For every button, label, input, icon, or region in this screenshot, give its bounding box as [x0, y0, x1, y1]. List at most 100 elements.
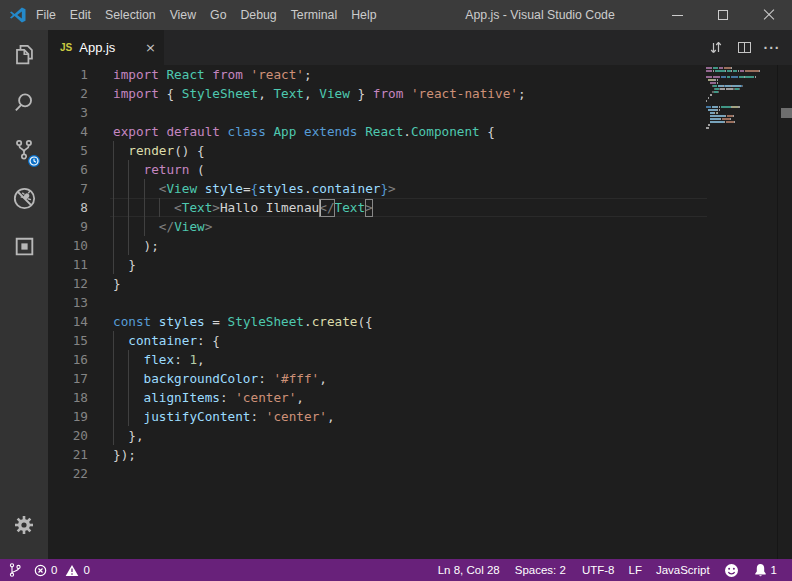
line-number[interactable]: 21 [48, 445, 88, 464]
code-line[interactable]: flex: 1, [113, 350, 673, 369]
indent-guide [113, 236, 114, 255]
problems-button[interactable]: 0 0 [34, 564, 90, 577]
menu-view[interactable]: View [163, 0, 203, 30]
line-number[interactable]: 8 [48, 198, 88, 217]
cursor-position[interactable]: Ln 8, Col 28 [438, 564, 500, 576]
line-number[interactable]: 1 [48, 65, 88, 84]
code-line[interactable]: ); [113, 236, 673, 255]
code-line[interactable]: import { StyleSheet, Text, View } from '… [113, 84, 673, 103]
scrollbar[interactable] [777, 65, 792, 559]
menu-file[interactable]: File [29, 0, 63, 30]
split-editor-icon [738, 42, 751, 53]
code-line[interactable]: export default class App extends React.C… [113, 122, 673, 141]
line-number[interactable]: 4 [48, 122, 88, 141]
tab-appjs[interactable]: JS App.js × [48, 30, 164, 65]
code-line[interactable]: <View style={styles.container}> [113, 179, 673, 198]
line-number[interactable]: 20 [48, 426, 88, 445]
open-changes-button[interactable] [702, 30, 730, 65]
window-controls [654, 0, 792, 30]
menu-edit[interactable]: Edit [63, 0, 98, 30]
debug-disabled-icon [11, 185, 38, 212]
code-line[interactable]: }, [113, 426, 673, 445]
indent-guide [113, 350, 114, 369]
line-number[interactable]: 9 [48, 217, 88, 236]
code-line[interactable]: } [113, 255, 673, 274]
maximize-icon [718, 10, 728, 20]
sidebar-item-explorer[interactable] [0, 30, 48, 78]
menu-debug[interactable]: Debug [233, 0, 283, 30]
close-button[interactable] [746, 0, 792, 30]
editor[interactable]: 12345678910111213141516171819202122 impo… [48, 65, 792, 559]
line-number[interactable]: 12 [48, 274, 88, 293]
settings-button[interactable] [0, 501, 48, 549]
line-number[interactable]: 7 [48, 179, 88, 198]
menu-terminal[interactable]: Terminal [284, 0, 344, 30]
line-number[interactable]: 2 [48, 84, 88, 103]
minimize-button[interactable] [654, 0, 700, 30]
code-line[interactable]: }); [113, 445, 673, 464]
code-line[interactable]: alignItems: 'center', [113, 388, 673, 407]
indent-guide [113, 407, 114, 426]
menu-selection[interactable]: Selection [98, 0, 163, 30]
line-number[interactable]: 14 [48, 312, 88, 331]
scm-sync-badge [26, 153, 42, 169]
git-branch-button[interactable] [8, 562, 22, 578]
sidebar-item-debug[interactable] [0, 174, 48, 222]
code-line[interactable] [113, 293, 673, 312]
sidebar-item-extensions[interactable] [0, 222, 48, 270]
line-number[interactable]: 15 [48, 331, 88, 350]
code-line[interactable]: backgroundColor: '#fff', [113, 369, 673, 388]
sidebar-item-search[interactable] [0, 78, 48, 126]
line-number[interactable]: 11 [48, 255, 88, 274]
menu-go[interactable]: Go [203, 0, 233, 30]
code-line[interactable]: } [113, 274, 673, 293]
line-number[interactable]: 22 [48, 464, 88, 483]
split-editor-button[interactable] [730, 30, 758, 65]
language-mode[interactable]: JavaScript [656, 564, 710, 576]
close-icon [763, 9, 775, 21]
code-area[interactable]: import React from 'react';import { Style… [113, 65, 673, 483]
code-line[interactable]: render() { [113, 141, 673, 160]
indent-guide [128, 350, 129, 369]
indent-guide [128, 198, 129, 217]
overview-ruler-cursor-marker [781, 108, 792, 118]
code-line[interactable]: </View> [113, 217, 673, 236]
bracket-match-highlight [319, 199, 334, 217]
line-number[interactable]: 18 [48, 388, 88, 407]
indent-guide [128, 388, 129, 407]
encoding[interactable]: UTF-8 [582, 564, 615, 576]
sidebar-item-source-control[interactable] [0, 126, 48, 174]
indent-guide [144, 179, 145, 198]
title-bar: FileEditSelectionViewGoDebugTerminalHelp… [0, 0, 792, 30]
menu-help[interactable]: Help [344, 0, 383, 30]
line-number[interactable]: 13 [48, 293, 88, 312]
code-line[interactable]: import React from 'react'; [113, 65, 673, 84]
indent-guide [144, 217, 145, 236]
line-number[interactable]: 17 [48, 369, 88, 388]
code-line[interactable] [113, 464, 673, 483]
line-number[interactable]: 16 [48, 350, 88, 369]
tab-close-icon[interactable]: × [145, 40, 156, 55]
maximize-button[interactable] [700, 0, 746, 30]
code-line[interactable]: container: { [113, 331, 673, 350]
feedback-button[interactable] [724, 563, 739, 578]
code-line[interactable]: return ( [113, 160, 673, 179]
line-number[interactable]: 6 [48, 160, 88, 179]
code-line[interactable]: <Text>Hallo Ilmenau</Text> [113, 198, 673, 217]
indent-guide [113, 160, 114, 179]
editor-actions: ··· [702, 30, 786, 65]
line-number[interactable]: 19 [48, 407, 88, 426]
line-number[interactable]: 3 [48, 103, 88, 122]
notifications-button[interactable]: 1 [754, 563, 777, 578]
eol-indicator[interactable]: LF [628, 564, 641, 576]
minimap[interactable] [703, 65, 777, 559]
line-number[interactable]: 10 [48, 236, 88, 255]
code-line[interactable]: justifyContent: 'center', [113, 407, 673, 426]
line-number[interactable]: 5 [48, 141, 88, 160]
error-count: 0 [51, 564, 57, 576]
gutter[interactable]: 12345678910111213141516171819202122 [48, 65, 88, 483]
code-line[interactable]: const styles = StyleSheet.create({ [113, 312, 673, 331]
indentation[interactable]: Spaces: 2 [515, 564, 566, 576]
more-actions-button[interactable]: ··· [758, 30, 786, 65]
code-line[interactable] [113, 103, 673, 122]
